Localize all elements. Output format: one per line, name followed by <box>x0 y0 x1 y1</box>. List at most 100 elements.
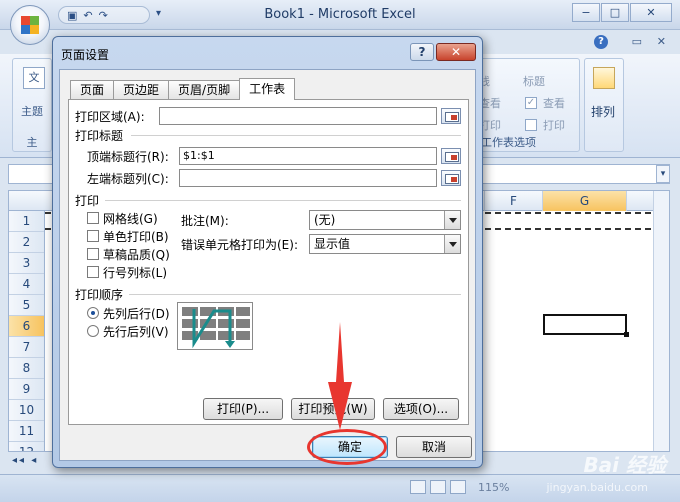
themes-caption: 主 <box>26 136 38 149</box>
office-button[interactable] <box>10 5 50 45</box>
close-button[interactable]: ✕ <box>630 3 672 22</box>
row-header[interactable]: 11 <box>9 421 44 442</box>
draft-quality-checkbox-label: 草稿品质(Q) <box>103 248 170 262</box>
errors-select[interactable]: 显示值 <box>309 234 461 254</box>
rows-repeat-label: 顶端标题行(R): <box>87 150 169 164</box>
page-setup-dialog: 页面设置 ? ✕ 页面 页边距 页眉/页脚 工作表 打印区域(A): 打印标题 … <box>52 36 483 468</box>
themes-label[interactable]: 主题 <box>21 103 43 119</box>
page-break-view-icon[interactable] <box>450 480 466 494</box>
themes-icon[interactable]: 文 <box>23 67 45 89</box>
window-controls: − □ ✕ <box>572 3 672 22</box>
rows-repeat-input[interactable]: $1:$1 <box>179 147 437 165</box>
print-titles-label: 打印标题 <box>75 129 124 143</box>
cols-repeat-input[interactable] <box>179 169 437 187</box>
dialog-tabs: 页面 页边距 页眉/页脚 工作表 <box>70 78 296 100</box>
tab-header-footer[interactable]: 页眉/页脚 <box>168 80 241 100</box>
mono-print-checkbox[interactable] <box>87 230 99 242</box>
comments-select-value: (无) <box>314 213 336 227</box>
ribbon-close-icon[interactable]: ✕ <box>657 35 666 48</box>
headings-print-label: 打印 <box>543 119 565 132</box>
row-col-headings-checkbox[interactable] <box>87 266 99 278</box>
office-logo-icon <box>21 16 39 34</box>
page-layout-view-icon[interactable] <box>430 480 446 494</box>
gridlines-checkbox[interactable] <box>87 212 99 224</box>
headings-view-label: 查看 <box>543 97 565 110</box>
red-arrow-annotation <box>328 322 352 430</box>
options-button[interactable]: 选项(O)... <box>383 398 459 420</box>
print-area-picker-icon[interactable] <box>441 108 461 124</box>
vertical-scrollbar[interactable] <box>653 191 669 451</box>
red-circle-annotation <box>307 429 387 465</box>
headings-view-checkbox[interactable]: ✓ <box>525 97 537 109</box>
tab-sheet[interactable]: 工作表 <box>239 78 296 100</box>
formula-expand-icon[interactable]: ▾ <box>656 165 670 183</box>
down-then-over-label: 先列后行(D) <box>103 307 170 321</box>
view-buttons <box>410 480 466 494</box>
dialog-title: 页面设置 <box>61 48 110 62</box>
draft-quality-checkbox[interactable] <box>87 248 99 260</box>
mono-print-checkbox-label: 单色打印(B) <box>103 230 169 244</box>
print-button[interactable]: 打印(P)... <box>203 398 283 420</box>
comments-label: 批注(M): <box>181 214 229 228</box>
cols-repeat-label: 左端标题列(C): <box>87 172 169 186</box>
row-header[interactable]: 4 <box>9 274 44 295</box>
print-section-label: 打印 <box>75 194 100 208</box>
minimize-button[interactable]: − <box>572 3 600 22</box>
page-order-preview-icon <box>177 302 253 350</box>
themes-group: 文 主题 主 <box>12 58 52 152</box>
active-cell[interactable] <box>543 314 629 337</box>
chevron-down-icon[interactable] <box>444 235 460 253</box>
sheet-tab-panel: 打印区域(A): 打印标题 顶端标题行(R): $1:$1 左端标题列(C): … <box>68 99 469 425</box>
row-header-selected[interactable]: 6 <box>9 316 44 337</box>
down-then-over-radio[interactable] <box>87 307 99 319</box>
tab-page[interactable]: 页面 <box>70 80 115 100</box>
help-icon[interactable]: ? <box>594 35 608 49</box>
normal-view-icon[interactable] <box>410 480 426 494</box>
ribbon-minimize-icon[interactable]: ▭ <box>632 35 642 48</box>
row-col-headings-checkbox-label: 行号列标(L) <box>103 266 168 280</box>
page-order-diagram <box>182 307 250 349</box>
headings-print-checkbox[interactable] <box>525 119 537 131</box>
print-titles-separator <box>131 135 461 136</box>
errors-select-value: 显示值 <box>314 237 351 251</box>
row-header[interactable]: 8 <box>9 358 44 379</box>
maximize-button[interactable]: □ <box>601 3 629 22</box>
dialog-close-button[interactable]: ✕ <box>436 43 476 61</box>
tab-margins[interactable]: 页边距 <box>113 80 170 100</box>
baidu-watermark: Bai 经验 <box>583 453 666 477</box>
comments-select[interactable]: (无) <box>309 210 461 230</box>
over-then-down-radio[interactable] <box>87 325 99 337</box>
over-then-down-label: 先行后列(V) <box>103 325 169 339</box>
column-header-g[interactable]: G <box>543 191 627 211</box>
row-header-bar: 1 2 3 4 5 6 7 8 9 10 11 12 <box>9 211 45 451</box>
title-bar: ▣ ↶ ↷ ▾ Book1 - Microsoft Excel − □ ✕ <box>0 0 680 30</box>
cols-repeat-picker-icon[interactable] <box>441 170 461 186</box>
page-order-separator <box>129 294 461 295</box>
rows-repeat-picker-icon[interactable] <box>441 148 461 164</box>
sheet-options-caption: 工作表选项 <box>481 136 536 149</box>
row-header[interactable]: 7 <box>9 337 44 358</box>
chevron-down-icon[interactable] <box>444 211 460 229</box>
cancel-button[interactable]: 取消 <box>396 436 472 458</box>
dialog-body: 页面 页边距 页眉/页脚 工作表 打印区域(A): 打印标题 顶端标题行(R):… <box>59 69 476 461</box>
zoom-level[interactable]: 115% <box>478 481 509 494</box>
errors-label: 错误单元格打印为(E): <box>181 238 298 252</box>
row-header[interactable]: 3 <box>9 253 44 274</box>
arrange-icon[interactable] <box>593 67 615 89</box>
headings-label: 标题 <box>523 75 545 88</box>
row-header[interactable]: 10 <box>9 400 44 421</box>
baidu-watermark-url: jingyan.baidu.com <box>546 481 648 494</box>
dialog-help-button[interactable]: ? <box>410 43 434 61</box>
row-header[interactable]: 5 <box>9 295 44 316</box>
print-area-label: 打印区域(A): <box>75 110 145 124</box>
row-header[interactable]: 12 <box>9 442 44 451</box>
sheet-options-group: 线 查看 打印 标题 ✓ 查看 打印 工作表选项 <box>472 58 580 152</box>
row-header[interactable]: 1 <box>9 211 44 232</box>
print-area-input[interactable] <box>159 107 437 125</box>
row-header[interactable]: 9 <box>9 379 44 400</box>
arrange-label[interactable]: 排列 <box>591 103 615 120</box>
sheet-nav-arrows[interactable]: ◂◂ ◂ <box>12 455 38 466</box>
page-order-label: 打印顺序 <box>75 288 124 302</box>
column-header-f[interactable]: F <box>485 191 543 211</box>
row-header[interactable]: 2 <box>9 232 44 253</box>
